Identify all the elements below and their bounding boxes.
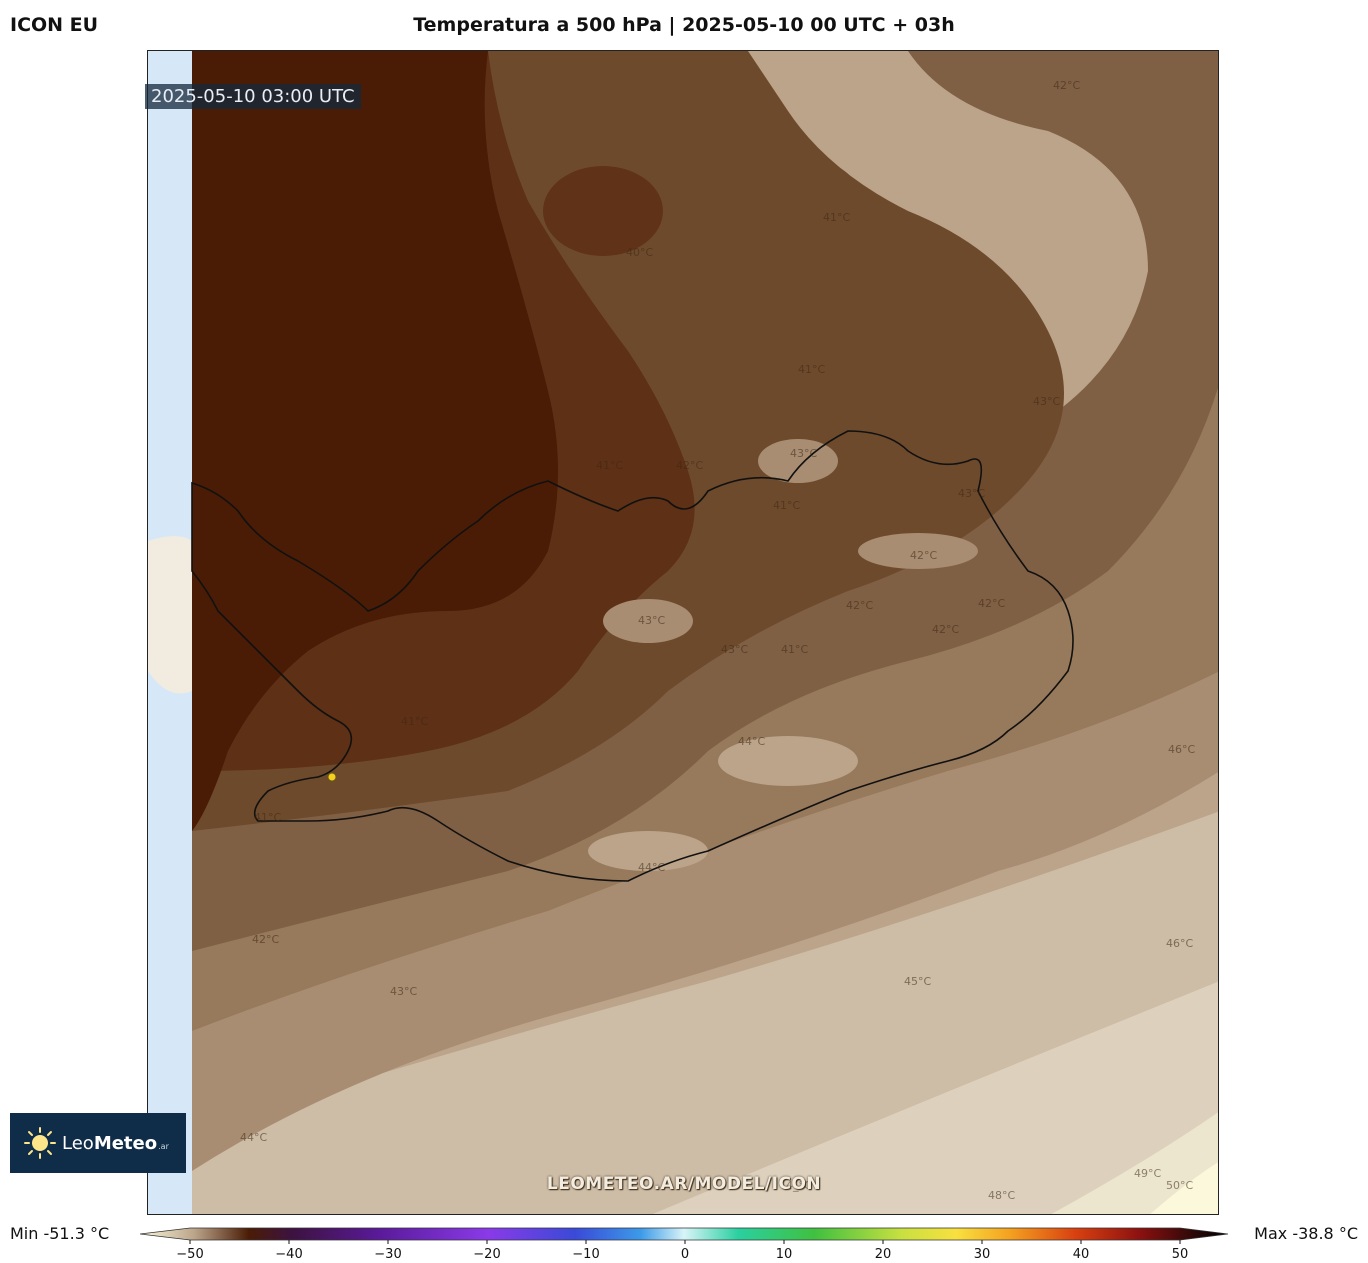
contour-label: 44°C <box>638 861 665 874</box>
contour-label: 45°C <box>904 975 931 988</box>
colorbar-tick: −40 <box>275 1247 302 1262</box>
contour-label: 42°C <box>676 459 703 472</box>
colorbar-tick: 40 <box>1073 1247 1090 1262</box>
colorbar-tick: 30 <box>974 1247 991 1262</box>
colorbar-tick: −50 <box>176 1247 203 1262</box>
colorbar-tick: −10 <box>572 1247 599 1262</box>
contour-label: 41°C <box>401 715 428 728</box>
contour-label: 41°C <box>798 363 825 376</box>
contour-label: 42°C <box>910 549 937 562</box>
chart-title: Temperatura a 500 hPa | 2025-05-10 00 UT… <box>413 14 955 36</box>
greenland-coast <box>148 536 192 694</box>
colorbar-tick: 20 <box>875 1247 892 1262</box>
contour-label: 46°C <box>1166 937 1193 950</box>
temperature-colorbar: −50 −40 −30 −20 −10 0 10 20 30 40 50 <box>140 1227 1229 1262</box>
contour-label: 41°C <box>781 643 808 656</box>
contour-label: 43°C <box>721 643 748 656</box>
min-temp-label: Min -51.3 °C <box>10 1224 110 1243</box>
contour-label: 44°C <box>738 735 765 748</box>
contour-label: 41°C <box>773 499 800 512</box>
contour-label: 41°C <box>596 459 623 472</box>
map-panel: 42°C 41°C 40°C 41°C 43°C 41°C 42°C 43°C … <box>147 50 1219 1215</box>
colorbar-tick: 0 <box>681 1247 689 1262</box>
contour-label: 46°C <box>1168 743 1195 756</box>
contour-label: 41°C <box>254 811 281 824</box>
contour-label: 43°C <box>958 487 985 500</box>
sun-icon <box>24 1127 56 1159</box>
watermark-url: LEOMETEO.AR/MODEL/ICON <box>546 1174 822 1194</box>
patch-41-north <box>543 166 663 256</box>
valid-time-label: 2025-05-10 03:00 UTC <box>145 84 361 109</box>
contour-label: 42°C <box>846 599 873 612</box>
colorbar-tick: 50 <box>1172 1247 1189 1262</box>
contour-label: 42°C <box>1053 79 1080 92</box>
contour-label: 42°C <box>252 933 279 946</box>
temperature-map: 42°C 41°C 40°C 41°C 43°C 41°C 42°C 43°C … <box>148 51 1218 1214</box>
colorbar-bar <box>140 1227 1229 1241</box>
leometeo-logo: LeoMeteo.ar <box>10 1113 186 1173</box>
colorbar-tick: −30 <box>374 1247 401 1262</box>
colorbar-tick: −20 <box>473 1247 500 1262</box>
logo-text: LeoMeteo.ar <box>62 1132 169 1154</box>
contour-label: 43°C <box>1033 395 1060 408</box>
contour-label: 44°C <box>240 1131 267 1144</box>
location-marker <box>327 772 337 782</box>
contour-label: 43°C <box>790 447 817 460</box>
colorbar-tick: 10 <box>776 1247 793 1262</box>
max-temp-label: Max -38.8 °C <box>1254 1224 1358 1243</box>
contour-label: 42°C <box>932 623 959 636</box>
contour-label: 41°C <box>823 211 850 224</box>
contour-label: 40°C <box>626 246 653 259</box>
patch-44-a <box>758 439 838 483</box>
contour-label: 42°C <box>978 597 1005 610</box>
contour-label: 43°C <box>390 985 417 998</box>
contour-label: 43°C <box>638 614 665 627</box>
